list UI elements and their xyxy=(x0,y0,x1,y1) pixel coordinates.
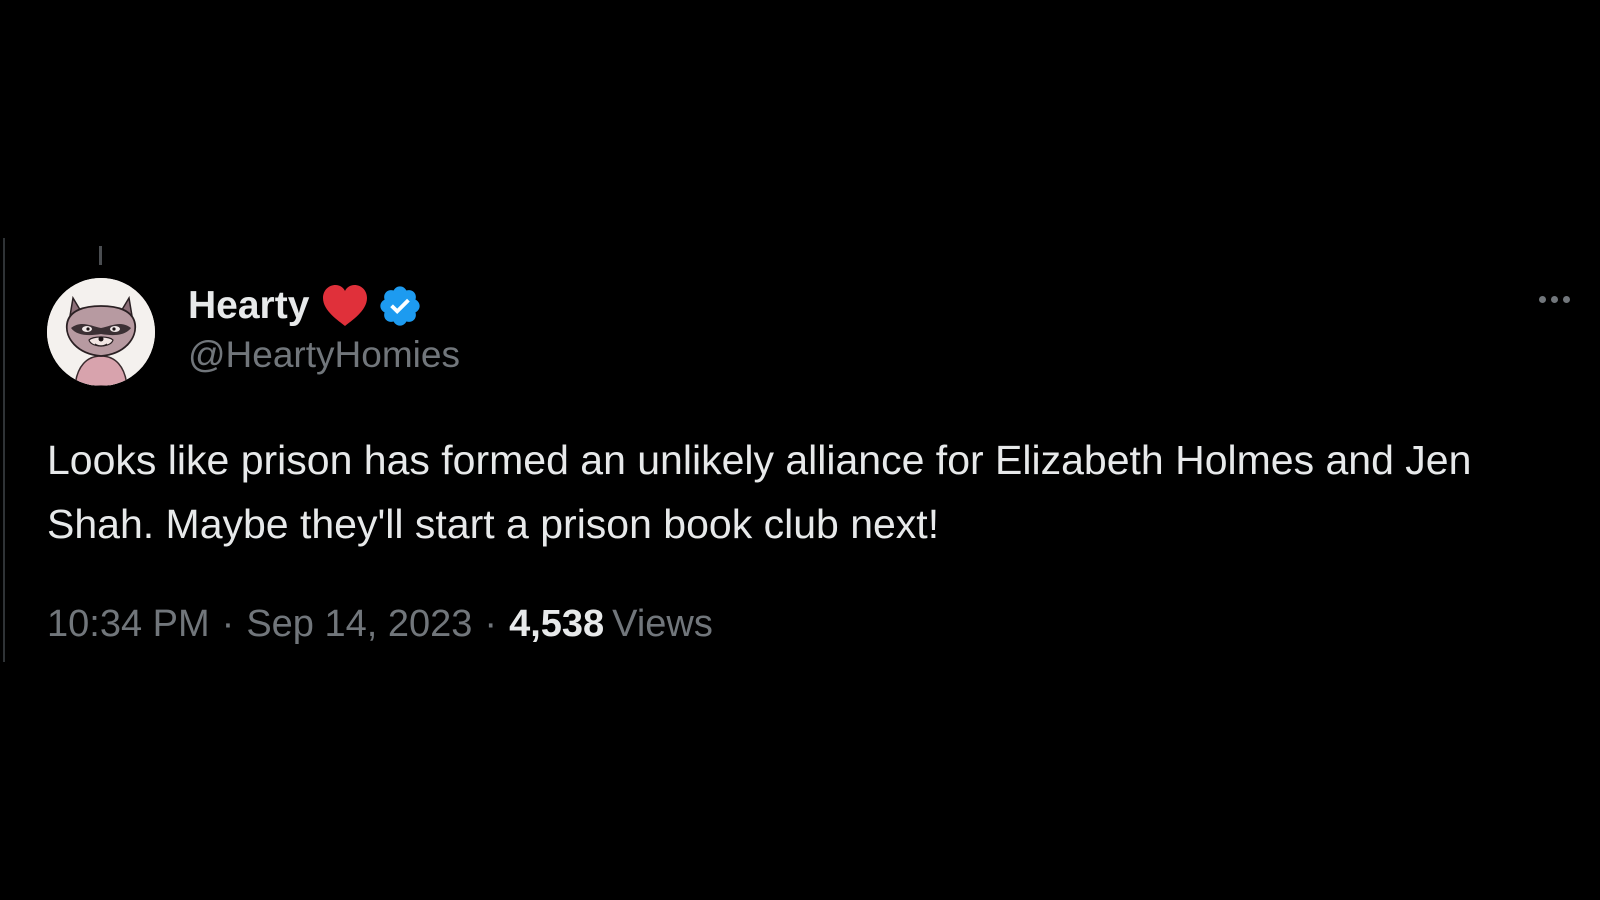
more-options-button[interactable] xyxy=(1524,288,1584,310)
thread-connector-line xyxy=(99,246,102,265)
meta-separator: · xyxy=(484,603,498,645)
more-horizontal-icon xyxy=(1550,295,1558,303)
tweet-meta: 10:34 PM · Sep 14, 2023 · 4,538 Views xyxy=(47,603,713,646)
tweet-text: Looks like prison has formed an unlikely… xyxy=(47,437,1472,547)
meta-separator: · xyxy=(221,603,235,645)
red-heart-icon xyxy=(321,284,369,328)
views-count[interactable]: 4,538 xyxy=(509,603,604,645)
tweet-date[interactable]: Sep 14, 2023 xyxy=(246,603,472,645)
avatar[interactable] xyxy=(47,278,155,386)
more-horizontal-icon xyxy=(1562,295,1570,303)
raccoon-avatar-icon xyxy=(47,278,155,386)
views-label: Views xyxy=(612,603,713,645)
verified-badge-icon[interactable] xyxy=(377,283,423,329)
thread-edge-line xyxy=(3,238,5,662)
author-name-row: Hearty xyxy=(188,282,460,330)
tweet-time[interactable]: 10:34 PM xyxy=(47,603,210,645)
tweet-card: Hearty @HeartyHomies Looks like prison h… xyxy=(0,238,1600,662)
author-handle[interactable]: @HeartyHomies xyxy=(188,334,460,376)
tweet-header: Hearty @HeartyHomies xyxy=(188,282,460,376)
author-display-name[interactable]: Hearty xyxy=(188,284,309,328)
more-horizontal-icon xyxy=(1538,295,1546,303)
